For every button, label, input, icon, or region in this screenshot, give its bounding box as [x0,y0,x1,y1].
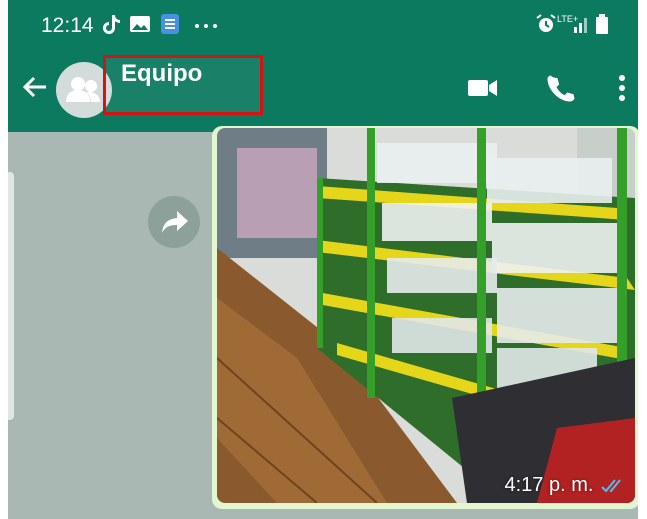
gallery-icon [130,16,150,32]
forward-button[interactable] [148,196,200,248]
network-type-label: LTE+ [557,14,578,24]
back-arrow-icon[interactable] [20,72,50,102]
chat-area[interactable]: 4:17 p. m. [8,126,638,519]
status-time: 12:14 [41,14,94,37]
message-time: 4:17 p. m. [505,474,628,497]
battery-icon [596,14,608,34]
shelf-room-photo [217,128,635,503]
signal-icon: LTE+ [557,14,587,33]
chat-title[interactable]: Equipo [121,60,202,88]
alarm-icon [536,14,556,32]
forward-icon [162,211,188,233]
more-dots-icon [195,24,217,28]
phone-screen: 12:14 LTE+ Equipo 4:17 p. m. [8,0,638,519]
status-bar: 12:14 LTE+ [8,0,638,48]
outgoing-image-message[interactable]: 4:17 p. m. [212,126,638,509]
chat-header: Equipo [8,48,638,132]
side-panel-edge [8,172,14,420]
double-check-icon [601,479,621,493]
message-photo[interactable]: 4:17 p. m. [217,128,635,503]
video-call-icon[interactable] [466,70,500,106]
sim-app-icon [161,14,179,34]
voice-call-icon[interactable] [543,70,575,106]
tiktok-icon [103,15,120,34]
overflow-menu-icon[interactable] [613,70,631,106]
